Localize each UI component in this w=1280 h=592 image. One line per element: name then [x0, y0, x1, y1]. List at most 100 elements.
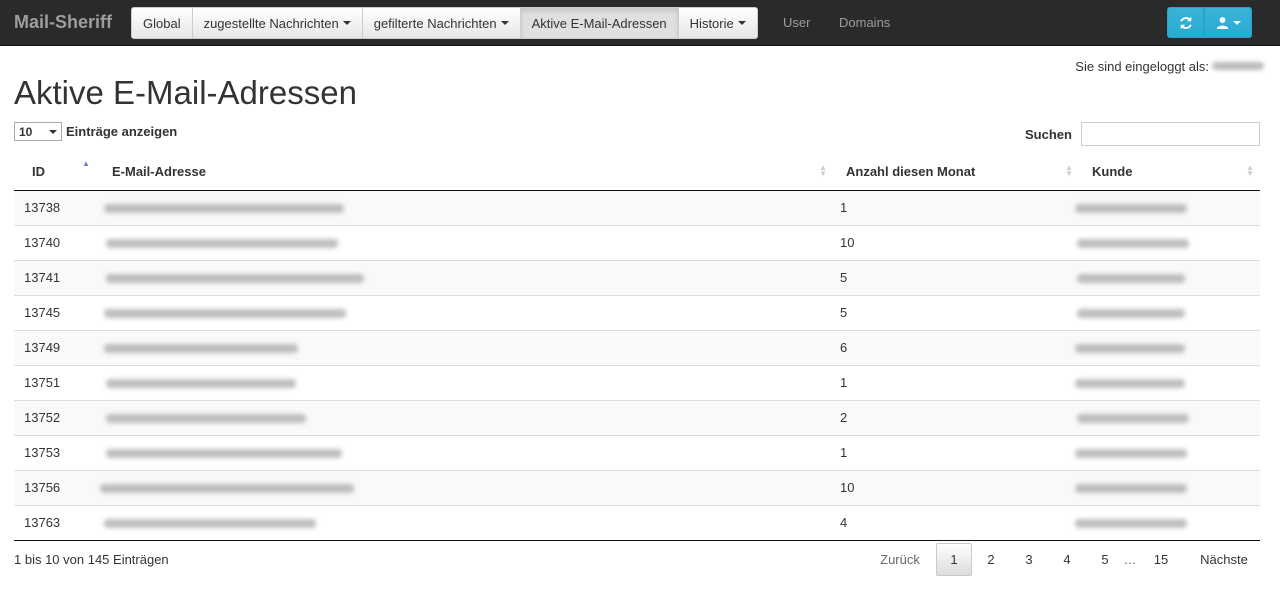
caret-down-icon: [342, 21, 351, 25]
cell-id: 13741: [14, 259, 98, 295]
sort-both-icon: ▲ ▼: [1065, 163, 1073, 178]
cell-id: 13740: [14, 224, 98, 260]
cell-count: 10: [833, 469, 1079, 505]
nav-global[interactable]: Global: [132, 8, 193, 38]
cell-customer-redacted: [1077, 224, 1260, 260]
table-row[interactable]: 13740 10: [14, 224, 1260, 260]
nav-user-link[interactable]: User: [783, 15, 810, 30]
cell-customer-redacted: [1075, 364, 1260, 400]
nav-filtered-messages[interactable]: gefilterte Nachrichten: [362, 8, 521, 38]
table-row[interactable]: 13763 4: [14, 504, 1260, 541]
addresses-table: ID ▲ E-Mail-Adresse ▲ ▼ Anzahl diesen Monat…: [14, 153, 1260, 541]
cell-customer-redacted: [1075, 469, 1260, 505]
sort-both-icon: ▲ ▼: [1246, 163, 1254, 178]
caret-down-icon: [737, 21, 746, 25]
cell-customer-redacted: [1077, 259, 1260, 295]
column-header-customer-label: Kunde: [1092, 163, 1133, 179]
pagination: Zurück 1 2 3 4 5 … 15 Nächste: [870, 543, 1262, 576]
column-header-id-label: ID: [32, 163, 45, 179]
cell-count: 2: [833, 399, 1079, 435]
cell-count: 1: [833, 434, 1079, 470]
cell-customer-redacted: [1077, 399, 1260, 435]
table-row[interactable]: 13738 1: [14, 189, 1260, 225]
cell-count: 5: [833, 294, 1079, 330]
user-icon: [1216, 17, 1228, 29]
pagination-previous[interactable]: Zurück: [870, 543, 930, 576]
cell-email-redacted: [98, 504, 833, 541]
column-header-customer[interactable]: Kunde ▲ ▼: [1079, 153, 1260, 191]
username-redacted: [1212, 62, 1264, 70]
cell-email-redacted: [98, 434, 833, 470]
cell-customer-redacted: [1077, 294, 1260, 330]
nav-history[interactable]: Historie: [678, 8, 757, 38]
pagination-page[interactable]: 4: [1048, 543, 1086, 576]
pagination-page[interactable]: 2: [972, 543, 1010, 576]
cell-id: 13763: [14, 504, 98, 541]
sort-asc-icon: ▲: [82, 159, 90, 168]
cell-email-redacted: [98, 329, 833, 365]
cell-email-redacted: [98, 399, 833, 435]
cell-email-redacted: [98, 259, 833, 295]
cell-id: 13745: [14, 294, 98, 330]
column-header-count[interactable]: Anzahl diesen Monat ▲ ▼: [833, 153, 1079, 191]
cell-id: 13749: [14, 329, 98, 365]
table-row[interactable]: 13753 1: [14, 434, 1260, 470]
table-row[interactable]: 13749 6: [14, 329, 1260, 365]
entries-per-page-label: Einträge anzeigen: [66, 124, 178, 139]
cell-customer-redacted: [1075, 504, 1260, 541]
nav-delivered-messages[interactable]: zugestellte Nachrichten: [192, 8, 363, 38]
cell-count: 5: [833, 259, 1079, 295]
table-row[interactable]: 13756 10: [14, 469, 1260, 505]
cell-email-redacted: [98, 189, 833, 225]
login-status: Sie sind eingeloggt als:: [1075, 59, 1209, 74]
cell-id: 13751: [14, 364, 98, 400]
refresh-button[interactable]: [1167, 7, 1204, 38]
nav-delivered-label: zugestellte Nachrichten: [203, 15, 339, 31]
search-label: Suchen: [1025, 127, 1072, 142]
pagination-page[interactable]: 1: [936, 543, 972, 576]
cell-count: 1: [833, 189, 1079, 225]
pagination-next[interactable]: Nächste: [1186, 543, 1262, 576]
table-header-row: ID ▲ E-Mail-Adresse ▲ ▼ Anzahl diesen Monat…: [14, 153, 1260, 191]
main-nav-group: Global zugestellte Nachrichten gefiltert…: [131, 7, 758, 39]
refresh-icon: [1179, 16, 1192, 29]
pagination-page-last[interactable]: 15: [1136, 543, 1186, 576]
sort-both-icon: ▲ ▼: [819, 163, 827, 178]
user-menu-button[interactable]: [1204, 7, 1252, 38]
nav-history-label: Historie: [689, 15, 734, 31]
nav-domains-link[interactable]: Domains: [839, 15, 890, 30]
brand-logo[interactable]: Mail-Sheriff: [14, 12, 112, 33]
caret-down-icon: [49, 130, 57, 134]
entries-per-page-select[interactable]: 10: [14, 122, 62, 141]
cell-email-redacted: [98, 469, 833, 505]
pagination-page[interactable]: 5: [1086, 543, 1124, 576]
cell-count: 10: [833, 224, 1079, 260]
pagination-page[interactable]: 3: [1010, 543, 1048, 576]
table-row[interactable]: 13752 2: [14, 399, 1260, 435]
table-row[interactable]: 13751 1: [14, 364, 1260, 400]
nav-global-label: Global: [143, 15, 181, 31]
cell-id: 13753: [14, 434, 98, 470]
nav-filtered-label: gefilterte Nachrichten: [373, 15, 497, 31]
cell-email-redacted: [98, 294, 833, 330]
cell-email-redacted: [98, 364, 833, 400]
caret-down-icon: [500, 21, 509, 25]
search-input[interactable]: [1081, 122, 1260, 146]
column-header-count-label: Anzahl diesen Monat: [846, 163, 976, 179]
entries-per-page-value: 10: [19, 124, 33, 139]
nav-active-addresses[interactable]: Aktive E-Mail-Adressen: [520, 8, 679, 38]
cell-customer-redacted: [1075, 434, 1260, 470]
navbar: Mail-Sheriff Global zugestellte Nachrich…: [0, 0, 1280, 46]
column-header-id[interactable]: ID ▲: [14, 153, 98, 191]
cell-email-redacted: [98, 224, 833, 260]
table-row[interactable]: 13745 5: [14, 294, 1260, 330]
column-header-email[interactable]: E-Mail-Adresse ▲ ▼: [98, 153, 833, 191]
cell-count: 1: [833, 364, 1079, 400]
table-row[interactable]: 13741 5: [14, 259, 1260, 295]
nav-active-label: Aktive E-Mail-Adressen: [531, 15, 667, 31]
cell-id: 13756: [14, 469, 98, 505]
page-title: Aktive E-Mail-Adressen: [14, 74, 357, 111]
pagination-ellipsis: …: [1123, 552, 1137, 567]
cell-id: 13738: [14, 189, 98, 225]
column-header-email-label: E-Mail-Adresse: [112, 163, 206, 179]
